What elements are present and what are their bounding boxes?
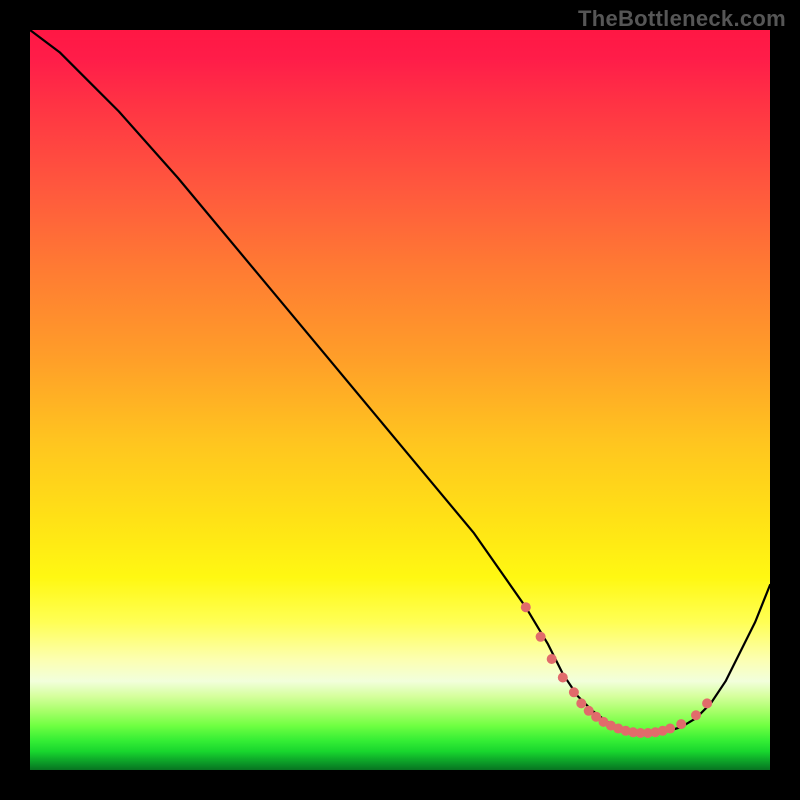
curve-marker [676,719,686,729]
curve-marker [702,698,712,708]
curve-marker [536,632,546,642]
curve-marker [558,673,568,683]
curve-marker [691,710,701,720]
curve-marker [665,724,675,734]
curve-marker [569,687,579,697]
curve-marker [576,698,586,708]
chart-frame: TheBottleneck.com [0,0,800,800]
plot-area [30,30,770,770]
chart-svg [30,30,770,770]
bottleneck-curve [30,30,770,733]
curve-marker [521,602,531,612]
curve-marker [547,654,557,664]
watermark-text: TheBottleneck.com [578,6,786,32]
marker-group [521,602,712,738]
